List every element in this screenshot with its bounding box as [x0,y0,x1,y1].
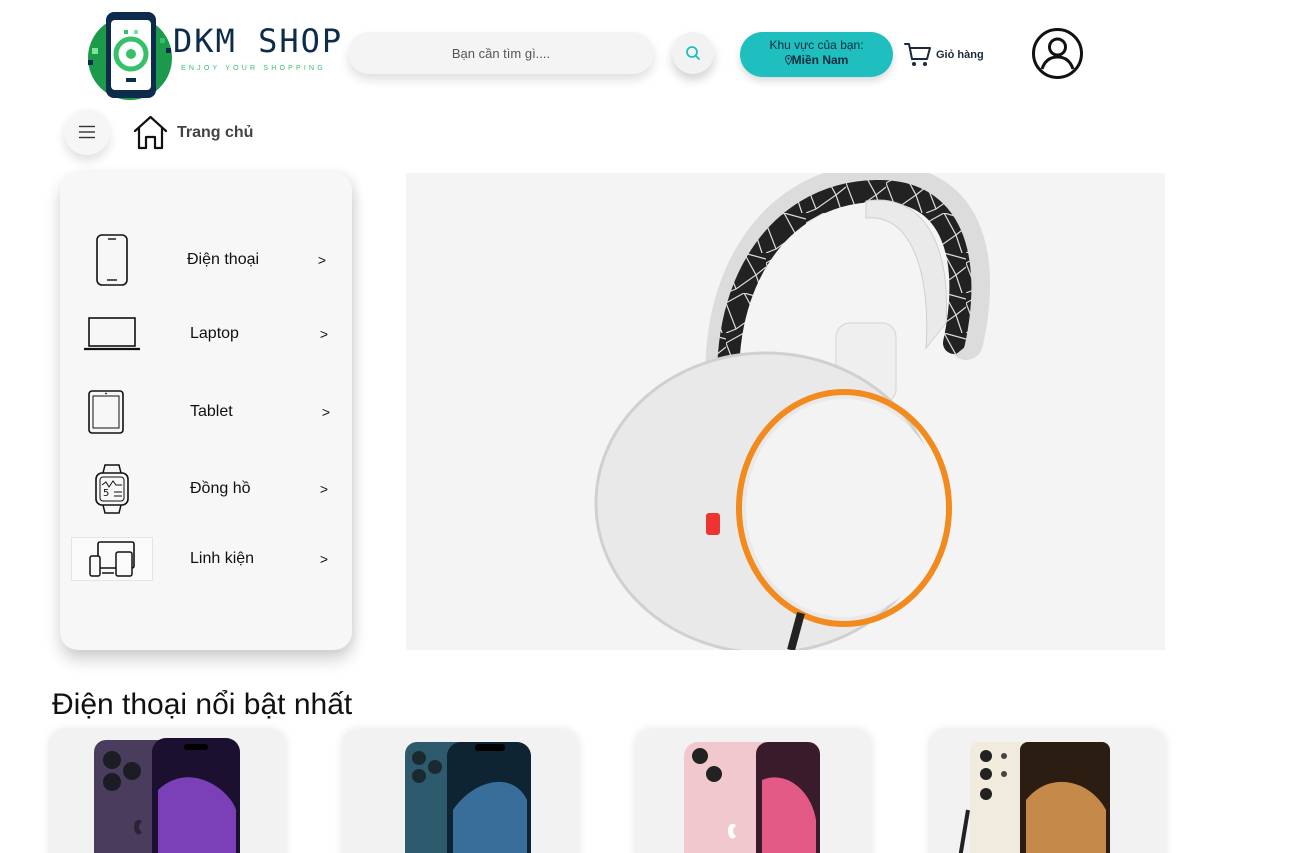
category-item-tablet[interactable]: Tablet > [70,388,342,436]
search-icon [686,46,700,60]
search-bar [348,32,654,74]
product-image-iphone-13 [684,742,820,853]
category-item-laptop[interactable]: Laptop > [70,310,342,358]
cart-button[interactable]: Giỏ hàng [904,40,984,70]
product-image-iphone-14-pro [94,738,240,853]
category-label: Điện thoại [187,251,260,268]
tablet-icon [76,389,136,435]
category-label: Tablet [190,403,233,420]
region-label: Khu vực của bạn: [769,38,864,52]
chevron-right-icon: > [319,481,328,497]
search-button[interactable] [672,32,714,74]
home-label: Trang chủ [177,123,254,141]
region-value: Miền Nam [740,52,893,68]
category-label: Laptop [190,325,239,342]
logo-mark-icon [88,12,172,100]
home-link[interactable]: Trang chủ [132,114,253,151]
chevron-right-icon: > [321,404,330,420]
home-icon [133,115,168,150]
product-card[interactable] [50,730,285,853]
category-sidebar: Điện thoại > Laptop > Tablet > 5 Đồng hồ… [60,172,352,650]
phone-icon [82,233,142,287]
product-card[interactable] [636,730,871,853]
svg-text:5: 5 [103,488,109,499]
product-card[interactable] [930,730,1165,853]
region-value-text: Miền Nam [791,53,849,67]
location-pin-icon [784,55,792,66]
hamburger-icon [79,125,95,139]
category-item-accessories[interactable]: Linh kiện > [70,535,342,583]
chevron-right-icon: > [319,326,328,342]
smartwatch-icon: 5 [82,463,142,515]
account-button[interactable] [1031,27,1084,80]
category-item-watch[interactable]: 5 Đồng hồ > [70,463,342,515]
logo-tagline: ENJOY YOUR SHOPPING [181,65,326,72]
product-card[interactable] [343,730,578,853]
featured-section-title: Điện thoại nổi bật nhất [52,688,353,721]
chevron-right-icon: > [317,252,326,268]
product-image-galaxy-s23-ultra [958,742,1110,853]
page: DKM SHOP ENJOY YOUR SHOPPING Khu vực của… [0,0,1292,853]
hero-banner[interactable] [406,173,1165,650]
user-icon [1032,28,1083,79]
category-item-phone[interactable]: Điện thoại > [70,233,342,287]
category-label: Đồng hồ [190,480,251,497]
logo-wordmark: DKM SHOP [173,22,344,60]
laptop-icon [82,316,142,352]
region-selector[interactable]: Khu vực của bạn: Miền Nam [740,32,893,77]
headset-image [594,173,991,650]
chevron-right-icon: > [319,551,328,567]
devices-icon [82,540,142,578]
search-input[interactable] [348,45,654,61]
shop-logo[interactable]: DKM SHOP ENJOY YOUR SHOPPING [86,8,341,102]
category-label: Linh kiện [190,550,255,567]
product-image-iphone-12-pro [405,742,531,853]
cart-label: Giỏ hàng [936,49,984,61]
menu-button[interactable] [64,109,110,155]
cart-icon [904,43,931,66]
